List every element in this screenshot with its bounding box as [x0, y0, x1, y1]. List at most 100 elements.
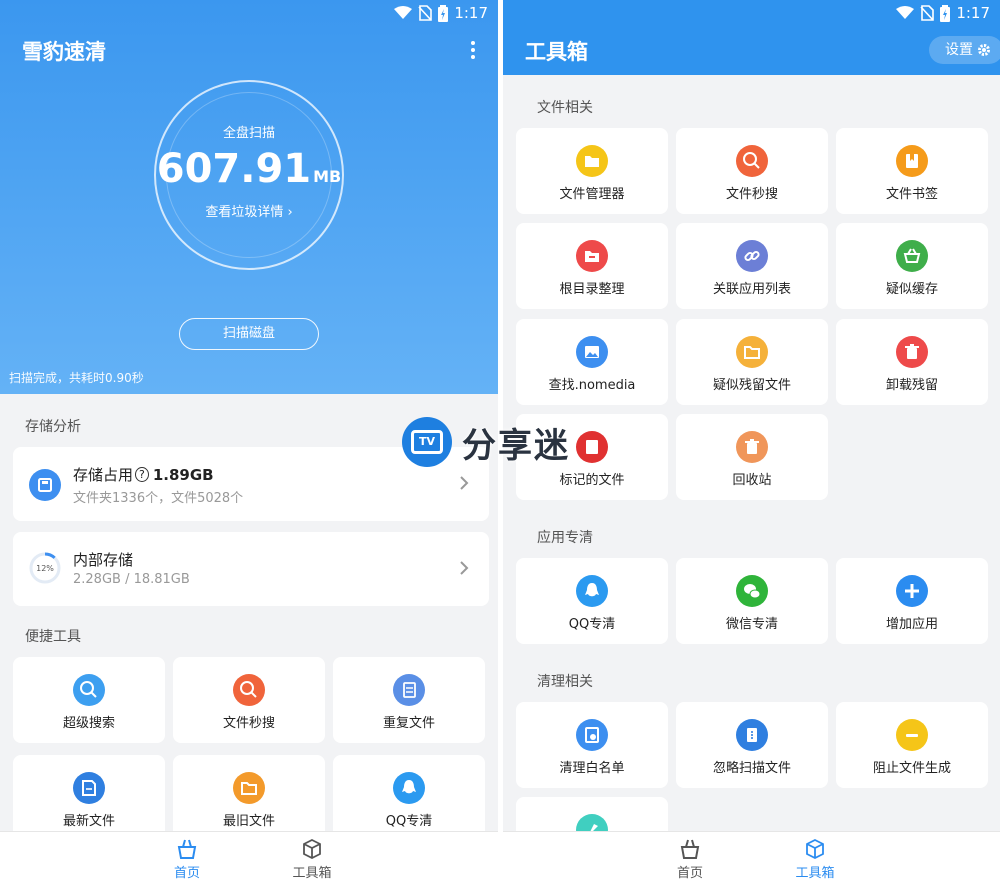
file-tool-label: 疑似残留文件 [712, 378, 791, 393]
app-tool-tile[interactable]: 微信专清 [676, 558, 828, 644]
tools-section-title: 便捷工具 [25, 629, 81, 645]
file-tool-label: 根目录整理 [559, 282, 625, 297]
quick-tool-tile[interactable]: 超级搜索 [13, 657, 165, 743]
no-sim-icon [920, 5, 935, 21]
storage-section-title: 存储分析 [25, 419, 81, 435]
status-time: 1:17 [956, 4, 990, 22]
duplicate-file-icon [393, 674, 425, 706]
cube-icon [303, 838, 321, 860]
file-tool-tile[interactable]: 查找.nomedia [516, 319, 668, 405]
junk-size-unit: MB [313, 167, 342, 186]
bottom-nav: 首页 工具箱 [503, 831, 1000, 885]
nav-home-label: 首页 [676, 866, 703, 881]
tv-logo-icon: TV [402, 417, 452, 467]
bookmark-icon [896, 145, 928, 177]
file-search-icon [736, 145, 768, 177]
file-tool-tile[interactable]: 卸载残留 [836, 319, 988, 405]
app-tool-tile[interactable]: QQ专清 [516, 558, 668, 644]
nav-toolbox[interactable]: 工具箱 [775, 838, 855, 881]
home-basket-icon [680, 839, 700, 859]
search-icon [73, 674, 105, 706]
storage-usage-value: 1.89GB [152, 466, 214, 484]
clean-tool-tile[interactable]: 阻止文件生成 [836, 702, 988, 788]
internal-storage-title: 内部存储 [73, 551, 134, 569]
no-sim-icon [418, 5, 433, 21]
nav-home[interactable]: 首页 [147, 838, 227, 881]
internal-storage-card[interactable]: 12% 内部存储 2.28GB / 18.81GB [13, 532, 489, 606]
quick-tool-tile[interactable]: 文件秒搜 [173, 657, 325, 743]
file-tool-label: 关联应用列表 [712, 282, 791, 297]
status-bar: 1:17 [394, 0, 488, 26]
folder-icon [576, 145, 608, 177]
nav-toolbox-label: 工具箱 [795, 866, 835, 881]
root-folder-icon [576, 240, 608, 272]
quick-tool-label: 超级搜索 [62, 716, 115, 731]
app-tool-label: 增加应用 [885, 617, 938, 632]
file-tool-tile[interactable]: 文件管理器 [516, 128, 668, 214]
quick-tool-tile[interactable]: QQ专清 [333, 755, 485, 841]
nav-toolbox[interactable]: 工具箱 [272, 838, 352, 881]
file-tool-tile[interactable]: 根目录整理 [516, 223, 668, 309]
file-tool-label: 文件秒搜 [725, 187, 778, 202]
file-tool-label: 文件书签 [885, 187, 938, 202]
clean-tool-label: 阻止文件生成 [872, 761, 951, 776]
junk-detail-link[interactable]: 查看垃圾详情 › [154, 201, 344, 220]
settings-label: 设置 [945, 42, 973, 58]
scan-status-text: 扫描完成，共耗时0.90秒 [9, 371, 144, 385]
help-icon[interactable]: ? [135, 467, 149, 482]
quick-tool-label: 文件秒搜 [222, 716, 275, 731]
file-tool-tile[interactable]: 回收站 [676, 414, 828, 500]
bottom-nav: 首页 工具箱 [0, 831, 498, 885]
nav-home[interactable]: 首页 [650, 838, 730, 881]
chevron-right-icon [460, 476, 469, 490]
clean-tool-label: 清理白名单 [559, 761, 625, 776]
clean-tool-tile[interactable]: 清理白名单 [516, 702, 668, 788]
app-tool-tile[interactable]: 增加应用 [836, 558, 988, 644]
gear-icon [978, 44, 990, 56]
settings-button[interactable]: 设置 [929, 36, 1000, 64]
cube-icon [806, 838, 824, 860]
quick-tool-label: QQ专清 [385, 814, 433, 829]
file-tool-tile[interactable]: 疑似残留文件 [676, 319, 828, 405]
clean-tool-label: 忽略扫描文件 [712, 761, 791, 776]
quick-tool-tile[interactable]: 最新文件 [13, 755, 165, 841]
file-tool-tile[interactable]: 关联应用列表 [676, 223, 828, 309]
wechat-icon [736, 575, 768, 607]
chevron-right-icon [460, 561, 469, 575]
wifi-icon [896, 6, 915, 19]
file-tool-label: 文件管理器 [559, 187, 625, 202]
quick-tool-label: 最旧文件 [222, 814, 275, 829]
image-icon [576, 336, 608, 368]
recycle-bin-icon [736, 431, 768, 463]
toolbox-title: 工具箱 [525, 40, 588, 64]
nav-home-label: 首页 [173, 866, 200, 881]
toolbox-screen: 1:17 工具箱 设置 文件相关 文件管理器 文件秒搜 文件书签 根目录整理 关联应用列… [503, 0, 1000, 885]
file-tool-label: 卸载残留 [885, 378, 938, 393]
link-icon [736, 240, 768, 272]
trash-icon [896, 336, 928, 368]
file-search-icon [233, 674, 265, 706]
quick-tool-tile[interactable]: 最旧文件 [173, 755, 325, 841]
file-tool-label: 查找.nomedia [548, 378, 636, 393]
plus-icon [896, 575, 928, 607]
app-title: 雪豹速清 [22, 40, 106, 64]
watermark: TV 分享迷 [402, 416, 570, 468]
home-basket-icon [177, 839, 197, 859]
file-tool-tile[interactable]: 疑似缓存 [836, 223, 988, 309]
scan-disk-button[interactable]: 扫描磁盘 [179, 318, 319, 350]
status-bar: 1:17 [896, 0, 990, 26]
file-tool-tile[interactable]: 文件秒搜 [676, 128, 828, 214]
clean-tool-tile[interactable]: 忽略扫描文件 [676, 702, 828, 788]
app-section-title: 应用专清 [537, 530, 593, 546]
battery-icon [940, 4, 951, 22]
nav-toolbox-label: 工具箱 [292, 866, 332, 881]
sd-card-icon [29, 469, 61, 501]
more-vertical-icon[interactable] [466, 40, 480, 60]
app-tool-label: 微信专清 [725, 617, 778, 632]
svg-text:12%: 12% [36, 564, 54, 573]
file-tool-tile[interactable]: 文件书签 [836, 128, 988, 214]
battery-icon [438, 4, 449, 22]
quick-tool-tile[interactable]: 重复文件 [333, 657, 485, 743]
file-tool-label: 回收站 [732, 473, 772, 488]
qq-icon [576, 575, 608, 607]
